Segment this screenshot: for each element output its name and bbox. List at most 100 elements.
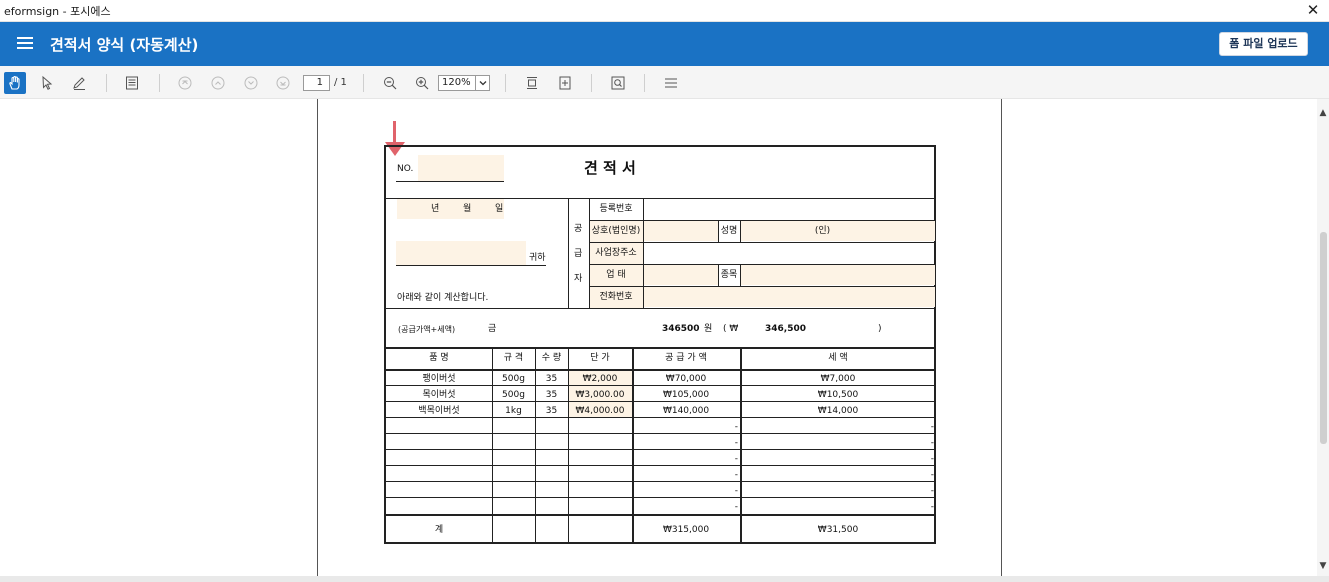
table-row-line bbox=[386, 497, 936, 498]
pen-edit-icon[interactable] bbox=[68, 72, 90, 94]
item-price[interactable]: ₩3,000.00 bbox=[568, 390, 632, 401]
vertical-scrollbar[interactable]: ▲ ▼ bbox=[1317, 99, 1329, 576]
item-tax: ₩7,000 bbox=[820, 374, 856, 384]
toolbar-separator bbox=[159, 74, 160, 92]
hamburger-menu-icon[interactable] bbox=[17, 35, 34, 51]
company-label: 상호(법인명) bbox=[591, 226, 641, 236]
total-geum: 금 bbox=[488, 324, 497, 334]
zoom-out-icon[interactable] bbox=[379, 72, 401, 94]
col-header-name: 품 명 bbox=[429, 353, 449, 363]
document-page: NO. 견 적 서 년 월 일 귀하 아래와 같이 계산합니다. 공 급 자 등… bbox=[317, 99, 1002, 576]
sum-supply: ₩315,000 bbox=[662, 525, 710, 535]
quote-form: NO. 견 적 서 년 월 일 귀하 아래와 같이 계산합니다. 공 급 자 등… bbox=[384, 145, 936, 544]
scroll-thumb[interactable] bbox=[1320, 232, 1327, 444]
more-menu-icon[interactable] bbox=[660, 72, 682, 94]
reg-no-label: 등록번호 bbox=[599, 204, 633, 214]
next-page-icon[interactable] bbox=[240, 72, 262, 94]
no-field[interactable] bbox=[418, 155, 504, 181]
table-row-line bbox=[386, 385, 936, 386]
company-field[interactable] bbox=[644, 221, 718, 241]
select-pointer-icon[interactable] bbox=[36, 72, 58, 94]
form-file-upload-button[interactable]: 폼 파일 업로드 bbox=[1219, 32, 1308, 56]
type-right-line bbox=[740, 264, 741, 286]
total-amount: 346500 bbox=[662, 324, 700, 334]
window-title: eformsign - 포시에스 bbox=[4, 5, 111, 18]
form-note: 아래와 같이 계산합니다. bbox=[397, 293, 489, 303]
search-icon[interactable] bbox=[607, 72, 629, 94]
page-total: / 1 bbox=[334, 77, 347, 88]
total-amount-formatted: 346,500 bbox=[765, 324, 806, 334]
item-type-field[interactable] bbox=[740, 265, 935, 285]
business-field[interactable] bbox=[644, 265, 718, 285]
sum-label: 계 bbox=[434, 525, 444, 535]
total-paren-open: ( ₩ bbox=[723, 324, 739, 334]
item-supply: ₩70,000 bbox=[665, 374, 707, 384]
item-name: 팽이버섯 bbox=[422, 374, 456, 384]
total-label: (공급가액+세액) bbox=[398, 325, 456, 334]
item-tax: - bbox=[930, 454, 934, 464]
form-title: 견 적 서 bbox=[584, 159, 636, 177]
last-page-icon[interactable] bbox=[272, 72, 294, 94]
toolbar-separator bbox=[505, 74, 506, 92]
table-row-line bbox=[386, 481, 936, 482]
item-spec: 1kg bbox=[505, 406, 522, 416]
supplier-row-line bbox=[589, 286, 936, 287]
phone-field[interactable] bbox=[644, 287, 935, 307]
table-row-line bbox=[386, 417, 936, 418]
scroll-up-icon[interactable]: ▲ bbox=[1317, 107, 1329, 119]
no-label: NO. bbox=[397, 164, 414, 174]
item-tax: - bbox=[930, 502, 934, 512]
col-header-tax: 세 액 bbox=[828, 353, 848, 363]
table-top-line bbox=[386, 347, 936, 349]
item-supply: - bbox=[734, 422, 738, 432]
sum-tax: ₩31,500 bbox=[817, 525, 859, 535]
col-header-spec: 규 격 bbox=[503, 353, 524, 363]
item-tax: ₩14,000 bbox=[817, 406, 859, 416]
date-field[interactable] bbox=[397, 199, 504, 219]
supplier-top-line bbox=[386, 198, 936, 199]
page-number-input[interactable]: 1 bbox=[303, 75, 330, 91]
document-viewer: NO. 견 적 서 년 월 일 귀하 아래와 같이 계산합니다. 공 급 자 등… bbox=[0, 99, 1329, 576]
item-name: 목이버섯 bbox=[422, 390, 456, 400]
name-label: 성명 bbox=[720, 226, 738, 236]
item-price[interactable]: ₩4,000.00 bbox=[568, 406, 632, 417]
scroll-down-icon[interactable]: ▼ bbox=[1317, 560, 1329, 572]
item-spec: 500g bbox=[502, 390, 525, 400]
zoom-in-icon[interactable] bbox=[411, 72, 433, 94]
fit-page-icon[interactable] bbox=[521, 72, 543, 94]
recipient-field[interactable] bbox=[396, 241, 526, 265]
table-row-line bbox=[386, 401, 936, 402]
date-year: 년 bbox=[431, 204, 440, 214]
bottom-bar bbox=[0, 576, 1329, 582]
item-price[interactable]: ₩2,000 bbox=[568, 374, 632, 385]
hand-tool-icon[interactable] bbox=[4, 72, 26, 94]
col-header-price: 단 가 bbox=[590, 353, 610, 363]
chevron-down-icon[interactable] bbox=[475, 76, 489, 90]
close-icon[interactable]: ✕ bbox=[1305, 1, 1321, 19]
supplier-left-line bbox=[568, 198, 569, 309]
item-supply: ₩140,000 bbox=[662, 406, 710, 416]
form-fields-icon[interactable] bbox=[121, 72, 143, 94]
phone-label: 전화번호 bbox=[599, 292, 633, 302]
zoom-select[interactable]: 120% bbox=[438, 75, 490, 91]
recipient-underline bbox=[396, 265, 546, 266]
item-supply: - bbox=[734, 438, 738, 448]
item-qty: 35 bbox=[545, 374, 558, 384]
first-page-icon[interactable] bbox=[174, 72, 196, 94]
app-header: 견적서 양식 (자동계산) 폼 파일 업로드 bbox=[0, 22, 1329, 66]
toolbar-separator bbox=[644, 74, 645, 92]
item-supply: - bbox=[734, 470, 738, 480]
item-name: 백목이버섯 bbox=[418, 406, 460, 416]
table-row-line bbox=[386, 433, 936, 434]
item-qty: 35 bbox=[545, 406, 558, 416]
item-tax: - bbox=[930, 486, 934, 496]
fit-width-icon[interactable] bbox=[554, 72, 576, 94]
item-supply: ₩105,000 bbox=[662, 390, 710, 400]
item-tax: - bbox=[930, 438, 934, 448]
business-label: 업 태 bbox=[606, 270, 626, 280]
previous-page-icon[interactable] bbox=[207, 72, 229, 94]
pdf-toolbar: 1 / 1 120% bbox=[0, 66, 1329, 99]
toolbar-separator bbox=[363, 74, 364, 92]
supplier-label-1: 공 bbox=[574, 224, 583, 234]
supplier-field-line bbox=[643, 198, 644, 309]
